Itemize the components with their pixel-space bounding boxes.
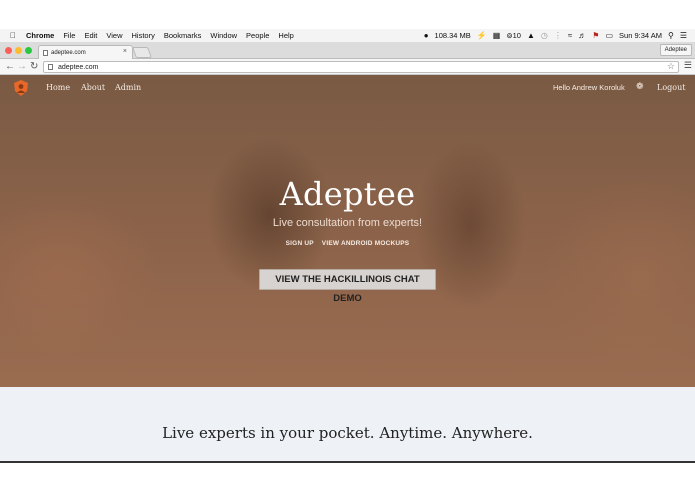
macos-menu-bar:  Chrome File Edit View History Bookmark… bbox=[0, 29, 695, 42]
window-close-button[interactable] bbox=[5, 47, 12, 54]
menu-edit[interactable]: Edit bbox=[84, 31, 97, 40]
adeptee-logo-icon[interactable] bbox=[12, 79, 30, 97]
signup-link[interactable]: SIGN UP bbox=[286, 240, 314, 247]
forward-arrow-icon[interactable]: → bbox=[17, 60, 27, 74]
menu-history[interactable]: History bbox=[132, 31, 155, 40]
drive-icon[interactable]: ▲ bbox=[527, 31, 535, 40]
notification-count[interactable]: ⊚10 bbox=[506, 31, 521, 40]
menu-bookmarks[interactable]: Bookmarks bbox=[164, 31, 202, 40]
menu-view[interactable]: View bbox=[106, 31, 122, 40]
us-flag-icon[interactable]: ⚑ bbox=[592, 31, 599, 40]
wifi-icon[interactable]: ≈ bbox=[568, 31, 572, 40]
notification-count-value: 10 bbox=[512, 31, 521, 40]
menu-people[interactable]: People bbox=[246, 31, 269, 40]
hero-subtitle: Live consultation from experts! bbox=[272, 217, 423, 229]
tagline-section: Live experts in your pocket. Anytime. An… bbox=[0, 387, 695, 462]
browser-tab-active[interactable]: adeptee.com × bbox=[38, 45, 133, 59]
address-bar-url[interactable]: adeptee.com bbox=[58, 64, 98, 71]
back-arrow-icon[interactable]: ← bbox=[5, 60, 15, 74]
tagline-heading: Live experts in your pocket. Anytime. An… bbox=[162, 424, 533, 442]
clock[interactable]: Sun 9:34 AM bbox=[619, 31, 662, 40]
hero-links: SIGN UP VIEW ANDROID MOCKUPS bbox=[0, 240, 695, 247]
nav-home-link[interactable]: Home bbox=[46, 83, 70, 92]
tab-close-icon[interactable]: × bbox=[123, 48, 127, 55]
memory-readout[interactable]: 108.34 MB bbox=[435, 31, 471, 40]
window-minimize-button[interactable] bbox=[15, 47, 22, 54]
menu-file[interactable]: File bbox=[63, 31, 75, 40]
window-bottom-edge bbox=[0, 461, 695, 463]
android-mockups-link[interactable]: VIEW ANDROID MOCKUPS bbox=[322, 240, 410, 247]
memory-monitor-icon[interactable]: ● bbox=[424, 31, 429, 40]
browser-toolbar: ← → ↻ adeptee.com ☆ ☰ bbox=[0, 59, 695, 75]
notification-center-icon[interactable]: ☰ bbox=[680, 31, 687, 40]
profile-button[interactable]: Adeptee bbox=[659, 44, 692, 56]
bluetooth-icon[interactable]: ⋮ bbox=[554, 31, 562, 40]
user-greeting[interactable]: Hello Andrew Koroluk bbox=[553, 83, 625, 92]
apple-menu-icon[interactable]:  bbox=[10, 31, 20, 40]
nav-about-link[interactable]: About bbox=[81, 83, 105, 92]
time-machine-icon[interactable]: ◷ bbox=[541, 31, 548, 40]
hero-section: Home About Admin Hello Andrew Koroluk ❁ … bbox=[0, 75, 695, 387]
spotlight-search-icon[interactable]: ⚲ bbox=[668, 31, 674, 40]
tab-title: adeptee.com bbox=[51, 49, 86, 56]
menu-app-name[interactable]: Chrome bbox=[26, 31, 54, 40]
nav-logout-link[interactable]: Logout bbox=[657, 83, 685, 92]
hero-title: Adeptee bbox=[279, 175, 416, 213]
new-tab-button[interactable] bbox=[131, 47, 153, 58]
menu-window[interactable]: Window bbox=[210, 31, 237, 40]
chrome-menu-icon[interactable]: ☰ bbox=[684, 60, 692, 71]
menu-help[interactable]: Help bbox=[278, 31, 293, 40]
address-bar[interactable]: adeptee.com ☆ bbox=[43, 61, 679, 73]
lightning-icon[interactable]: ⚡ bbox=[477, 31, 487, 40]
browser-tab-strip: adeptee.com × Adeptee bbox=[0, 42, 695, 59]
settings-gear-icon[interactable]: ❁ bbox=[636, 82, 644, 92]
battery-icon[interactable]: ▭ bbox=[605, 31, 613, 40]
bookmark-star-icon[interactable]: ☆ bbox=[667, 61, 675, 72]
volume-icon[interactable]: ♬ bbox=[578, 31, 586, 40]
reload-icon[interactable]: ↻ bbox=[30, 60, 38, 74]
menu-bar-status-area: ● 108.34 MB ⚡ ▦ ⊚10 ▲ ◷ ⋮ ≈ ♬ ⚑ ▭ Sun 9:… bbox=[424, 29, 687, 42]
screen:  Chrome File Edit View History Bookmark… bbox=[0, 0, 695, 494]
page-info-icon[interactable] bbox=[48, 64, 53, 70]
site-navbar: Home About Admin Hello Andrew Koroluk ❁ … bbox=[0, 75, 695, 101]
clipboard-icon[interactable]: ▦ bbox=[493, 31, 501, 40]
chat-demo-button[interactable]: VIEW THE HACKILLINOIS CHAT DEMO bbox=[259, 269, 436, 304]
nav-admin-link[interactable]: Admin bbox=[115, 83, 141, 92]
window-zoom-button[interactable] bbox=[25, 47, 32, 54]
page-favicon-icon bbox=[43, 49, 48, 56]
